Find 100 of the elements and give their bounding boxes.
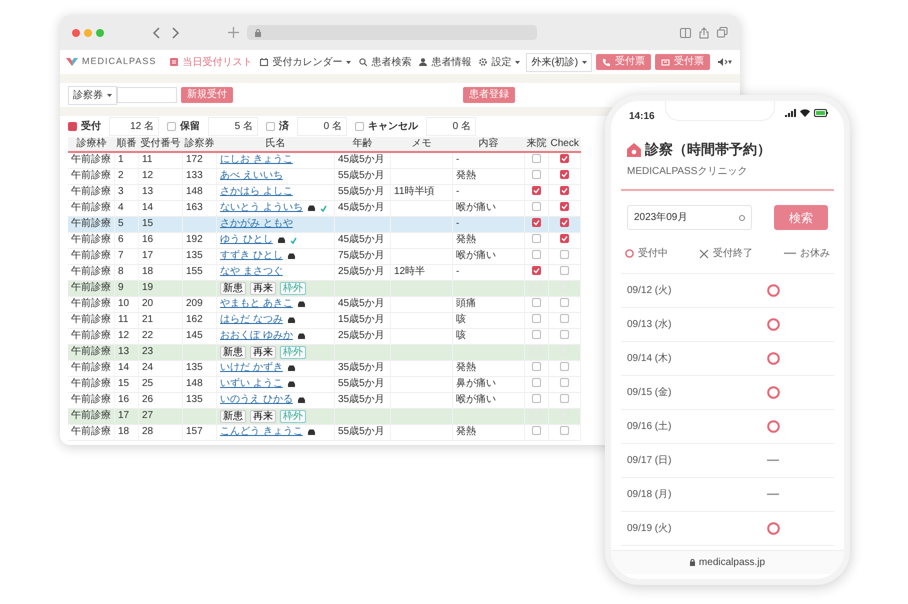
patient-name-link[interactable]: やまもと あきこ: [220, 298, 293, 310]
address-bar[interactable]: [247, 25, 537, 40]
patient-name-link[interactable]: おおくぼ ゆみか: [220, 330, 293, 342]
date-label: 09/12 (火): [627, 284, 672, 298]
nav-tab[interactable]: 患者検索: [357, 54, 414, 70]
table-cell: 喉が痛い: [456, 250, 496, 261]
filter-label: 保留: [180, 120, 200, 134]
patient-name-link[interactable]: ないとう よういち: [220, 202, 303, 214]
month-select[interactable]: 2023年09月: [627, 205, 752, 230]
nav-tab[interactable]: 当日受付リスト: [168, 54, 254, 70]
checkbox[interactable]: [532, 378, 541, 387]
mode-select[interactable]: 外来(初診): [526, 52, 592, 72]
checkbox[interactable]: [532, 266, 541, 275]
logo-icon: [66, 57, 78, 67]
checkbox[interactable]: [532, 154, 541, 163]
filter-label: キャンセル: [368, 120, 418, 134]
table-cell: 15: [118, 378, 130, 389]
nav-tab[interactable]: 設定: [477, 54, 522, 70]
table-cell: 172: [186, 154, 203, 165]
maximize-icon[interactable]: [96, 28, 104, 36]
date-label: 09/19 (火): [627, 522, 672, 536]
checkbox[interactable]: [532, 314, 541, 323]
patient-name-link[interactable]: さかはら よしこ: [220, 186, 293, 198]
checkbox[interactable]: [560, 362, 570, 371]
table-cell: 咳: [456, 314, 466, 325]
table-cell: 26: [142, 394, 154, 405]
checkbox[interactable]: [560, 378, 570, 387]
table-cell: 4: [118, 202, 124, 213]
checkbox[interactable]: [532, 186, 541, 195]
table-cell: 喉が痛い: [456, 202, 496, 213]
search-field[interactable]: [117, 87, 177, 103]
close-icon[interactable]: [72, 28, 80, 36]
table-cell: 45歳5か月: [338, 154, 385, 165]
checkbox[interactable]: [560, 394, 570, 403]
logo-text: MEDICALPASS: [82, 55, 156, 68]
back-icon[interactable]: [152, 26, 162, 38]
checkbox[interactable]: [560, 234, 570, 243]
nav-tab[interactable]: 患者情報: [417, 54, 474, 70]
patient-name-link[interactable]: すずき ひとし: [220, 250, 283, 262]
sidebar-icon[interactable]: [680, 28, 691, 38]
checkbox[interactable]: [560, 314, 570, 323]
checkbox[interactable]: [560, 202, 570, 211]
table-cell: 25歳5か月: [338, 330, 385, 341]
patient-name-link[interactable]: いけだ かずき: [220, 362, 283, 374]
checkbox[interactable]: [532, 362, 541, 371]
checkbox[interactable]: [560, 266, 570, 275]
table-cell: 午前診療: [71, 314, 111, 325]
caret-icon: [515, 60, 520, 64]
table-cell: 午前診療: [71, 266, 111, 277]
legend-label: 受付終了: [713, 246, 753, 261]
checkbox[interactable]: [560, 218, 570, 227]
table-cell: 35歳5か月: [338, 362, 385, 373]
checkbox[interactable]: [560, 154, 570, 163]
table-cell: 148: [186, 186, 203, 197]
patient-name-link[interactable]: はらだ なつみ: [220, 314, 283, 326]
date-label: 09/15 (金): [627, 386, 672, 400]
patient-name-link[interactable]: にしお きょうこ: [220, 154, 293, 166]
column-header: 年齢: [334, 137, 390, 152]
table-cell: 21: [142, 314, 154, 325]
home-icon: [627, 142, 641, 156]
checkbox[interactable]: [532, 426, 541, 435]
minimize-icon[interactable]: [84, 28, 92, 36]
checkbox[interactable]: [355, 122, 364, 131]
date-label: 09/16 (土): [627, 420, 672, 434]
count-value: 0 名: [426, 117, 476, 136]
column-header: 氏名: [216, 137, 334, 152]
checkbox[interactable]: [532, 202, 541, 211]
checkbox[interactable]: [532, 170, 541, 179]
patient-name-link[interactable]: なや まさつぐ: [220, 266, 283, 278]
nav-tab[interactable]: 受付カレンダー: [258, 54, 354, 70]
patient-name-link[interactable]: ゆう ひとし: [220, 234, 273, 246]
checkbox[interactable]: [532, 298, 541, 307]
checkbox[interactable]: [560, 330, 570, 339]
table-cell: 発熱: [456, 426, 476, 437]
table-cell: 155: [186, 266, 203, 277]
checkbox[interactable]: [532, 394, 541, 403]
checkbox[interactable]: [532, 218, 541, 227]
checkbox[interactable]: [560, 186, 570, 195]
share-icon[interactable]: [699, 26, 709, 38]
field-select[interactable]: 診察券: [68, 86, 117, 104]
patient-name-link[interactable]: あべ えいいち: [220, 170, 283, 182]
table-cell: 午前診療: [71, 426, 111, 437]
forward-icon[interactable]: [170, 26, 180, 38]
checkbox[interactable]: [167, 122, 176, 131]
checkbox[interactable]: [560, 426, 570, 435]
tabs-icon[interactable]: [717, 27, 728, 38]
patient-name-link[interactable]: いずい ようこ: [220, 378, 283, 390]
plus-icon[interactable]: [228, 27, 239, 38]
checkbox[interactable]: [532, 250, 541, 259]
checkbox[interactable]: [560, 170, 570, 179]
patient-name-link[interactable]: いのうえ ひかる: [220, 394, 293, 406]
checkbox[interactable]: [68, 122, 77, 131]
checkbox[interactable]: [266, 122, 275, 131]
date-label: 09/17 (日): [627, 454, 672, 468]
checkbox[interactable]: [532, 234, 541, 243]
table-cell: 咳: [456, 330, 466, 341]
checkbox[interactable]: [560, 250, 570, 259]
checkbox[interactable]: [532, 330, 541, 339]
checkbox[interactable]: [560, 298, 570, 307]
patient-name-link[interactable]: こんどう きょうこ: [220, 426, 303, 438]
